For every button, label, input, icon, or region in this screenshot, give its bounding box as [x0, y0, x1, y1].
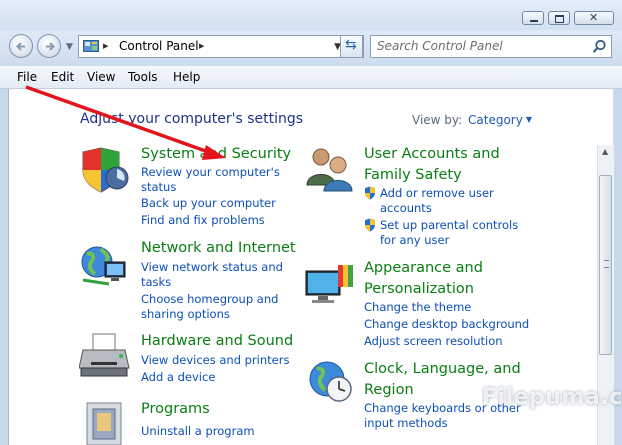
category-user-accounts[interactable]: User Accounts and [364, 144, 500, 164]
link-change-keyboards-cont[interactable]: input methods [364, 416, 448, 431]
category-network-and-internet[interactable]: Network and Internet [141, 238, 296, 258]
link-screen-resolution[interactable]: Adjust screen resolution [364, 334, 503, 349]
category-appearance[interactable]: Appearance and [364, 258, 483, 278]
link-add-remove-user-cont[interactable]: accounts [380, 201, 432, 216]
breadcrumb-control-panel[interactable]: Control Panel [119, 39, 199, 53]
clock-globe-icon [309, 361, 352, 402]
link-homegroup[interactable]: Choose homegroup and [141, 292, 278, 307]
link-parental-controls[interactable]: Set up parental controls [380, 218, 518, 233]
view-by-value: Category [468, 113, 523, 127]
uac-shield-icon [365, 218, 375, 232]
recent-pages-dropdown-icon[interactable]: ▼ [66, 42, 73, 52]
appearance-monitor-icon [305, 265, 353, 303]
link-desktop-background[interactable]: Change desktop background [364, 317, 529, 332]
page-title: Adjust your computer's settings [80, 111, 304, 127]
address-bar[interactable]: ▸ Control Panel ▸ ▼ [78, 35, 364, 58]
link-uninstall-program[interactable]: Uninstall a program [141, 424, 255, 439]
maximize-button[interactable] [548, 11, 570, 25]
search-box[interactable] [370, 35, 612, 58]
category-appearance-cont[interactable]: Personalization [364, 279, 474, 299]
link-view-network-status[interactable]: View network status and [141, 260, 283, 275]
link-find-fix[interactable]: Find and fix problems [141, 213, 265, 228]
security-shield-icon [82, 147, 129, 193]
menu-bar: File Edit View Tools Help [0, 66, 622, 89]
link-homegroup-cont[interactable]: sharing options [141, 307, 230, 322]
category-programs[interactable]: Programs [141, 399, 210, 419]
scroll-up-icon[interactable]: ▲ [602, 147, 608, 156]
minimize-button[interactable] [522, 11, 544, 25]
caption-buttons [518, 11, 614, 25]
watermark: Filepuma.com [482, 385, 622, 410]
close-button[interactable] [574, 11, 614, 25]
category-system-and-security[interactable]: System and Security [141, 144, 291, 164]
menu-tools[interactable]: Tools [128, 70, 158, 84]
control-panel-icon [83, 40, 99, 52]
scroll-grip-icon [604, 260, 609, 268]
link-add-remove-user[interactable]: Add or remove user [380, 186, 494, 201]
link-change-theme[interactable]: Change the theme [364, 300, 471, 315]
breadcrumb-chevron-icon[interactable]: ▸ [199, 39, 205, 52]
link-review-status[interactable]: Review your computer's [141, 165, 280, 180]
back-arrow-icon [16, 42, 25, 51]
view-by-dropdown[interactable]: Category ▼ [468, 113, 532, 127]
link-back-up[interactable]: Back up your computer [141, 196, 276, 211]
link-review-status-cont[interactable]: status [141, 180, 176, 195]
programs-icon [86, 402, 122, 445]
printer-icon [79, 333, 130, 377]
link-add-device[interactable]: Add a device [141, 370, 215, 385]
link-parental-controls-cont[interactable]: for any user [380, 233, 449, 248]
category-user-accounts-cont[interactable]: Family Safety [364, 165, 462, 185]
menu-file[interactable]: File [17, 70, 37, 84]
uac-shield-icon [365, 186, 375, 200]
menu-view[interactable]: View [87, 70, 115, 84]
breadcrumb-chevron-icon[interactable]: ▸ [103, 39, 109, 52]
refresh-icon: ⇆ [345, 37, 357, 53]
category-clock-language-region[interactable]: Clock, Language, and [364, 359, 521, 379]
address-toolbar: ▼ ▸ Control Panel ▸ ▼ ⇆ [0, 30, 622, 67]
forward-button[interactable] [37, 34, 61, 58]
title-bar [0, 0, 622, 30]
link-view-network-status-cont[interactable]: tasks [141, 275, 171, 290]
category-hardware-and-sound[interactable]: Hardware and Sound [141, 331, 293, 351]
network-globe-icon [81, 246, 126, 286]
user-accounts-icon [306, 148, 353, 192]
category-clock-language-region-cont[interactable]: Region [364, 380, 414, 400]
forward-arrow-icon [46, 42, 55, 51]
menu-help[interactable]: Help [173, 70, 200, 84]
link-devices-printers[interactable]: View devices and printers [141, 353, 289, 368]
dropdown-arrow-icon: ▼ [525, 115, 532, 124]
back-button[interactable] [9, 34, 33, 58]
scroll-thumb[interactable] [599, 175, 612, 355]
control-panel-window: ▼ ▸ Control Panel ▸ ▼ ⇆ File Edit View [0, 0, 622, 445]
view-by-label: View by: [412, 113, 463, 127]
search-input[interactable] [377, 39, 577, 53]
refresh-button[interactable]: ⇆ [340, 35, 363, 58]
search-icon[interactable] [592, 39, 607, 54]
menu-edit[interactable]: Edit [51, 70, 74, 84]
